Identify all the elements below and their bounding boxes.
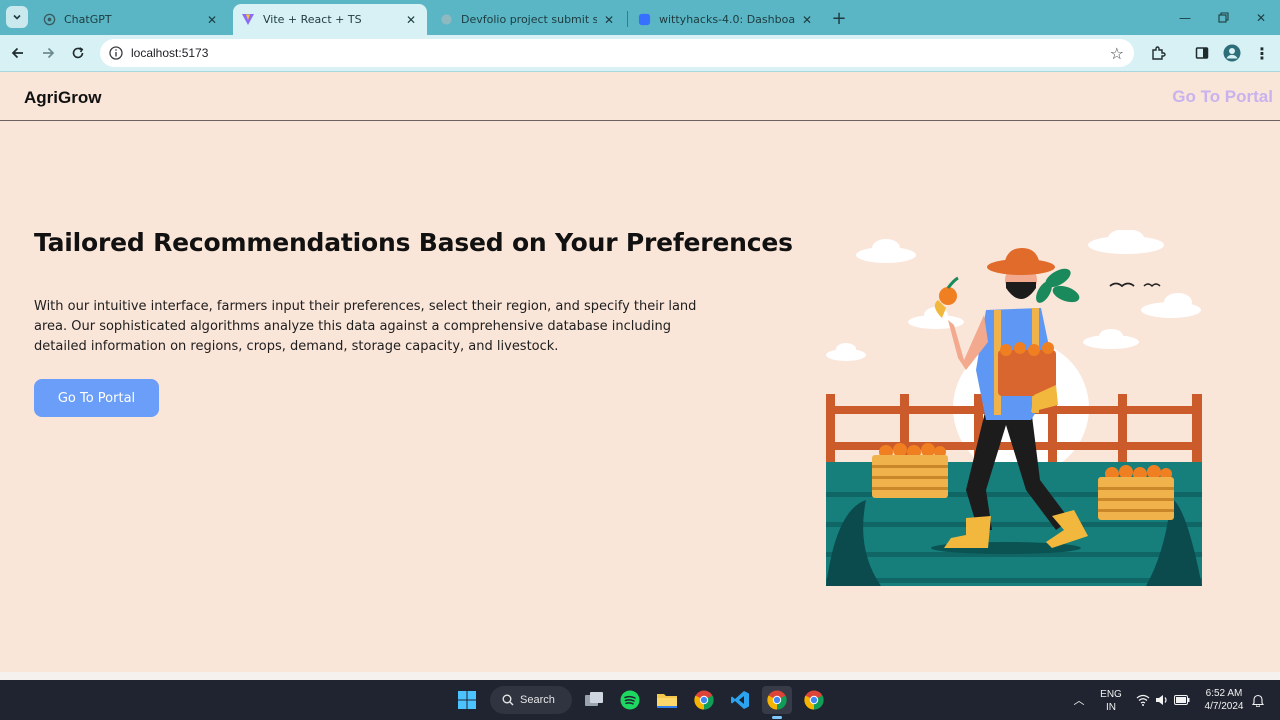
file-explorer-button[interactable] (652, 686, 682, 714)
tab-devfolio-steps[interactable]: Devfolio project submit steps | T ✕ (431, 4, 625, 35)
close-icon[interactable]: ✕ (799, 12, 815, 28)
search-icon (502, 694, 514, 706)
basket-right (1098, 465, 1174, 520)
arrow-right-icon (43, 47, 55, 59)
notifications-button[interactable] (1250, 692, 1266, 708)
task-view-icon (585, 692, 603, 706)
tab-wittyhacks-dashboard[interactable]: wittyhacks-4.0: Dashboard | Dev ✕ (629, 4, 823, 35)
volume-icon[interactable] (1154, 692, 1170, 708)
bookmark-star-icon[interactable]: ☆ (1110, 44, 1124, 63)
battery-icon[interactable] (1174, 692, 1190, 708)
clock-date: 4/7/2024 (1204, 701, 1244, 712)
puzzle-icon (1152, 46, 1166, 60)
site-navbar: AgriGrow Go To Portal (0, 73, 1280, 121)
vscode-button[interactable] (725, 686, 755, 714)
task-view-button[interactable] (579, 686, 609, 714)
start-button[interactable] (452, 686, 482, 714)
page-bottom-edge (0, 672, 1280, 680)
tab-chatgpt[interactable]: ChatGPT ✕ (34, 4, 228, 35)
profile-button[interactable] (1219, 40, 1245, 66)
chatgpt-icon (42, 13, 56, 27)
close-window-button[interactable]: ✕ (1242, 0, 1280, 35)
tab-title: wittyhacks-4.0: Dashboard | Dev (659, 13, 795, 26)
side-panel-icon (1195, 47, 1209, 59)
tab-title: ChatGPT (64, 13, 112, 26)
bird-icon (1109, 282, 1135, 288)
chevron-down-icon (13, 14, 21, 20)
back-button[interactable] (5, 40, 31, 66)
clock[interactable]: 6:52 AM 4/7/2024 (1196, 687, 1252, 713)
tab-title: Vite + React + TS (263, 13, 362, 26)
language-indicator[interactable]: ENG IN (1098, 688, 1124, 714)
side-panel-button[interactable] (1189, 40, 1215, 66)
chrome-button-2[interactable] (799, 686, 829, 714)
browser-toolbar: localhost:5173 ☆ ⋮ (0, 35, 1280, 72)
more-vertical-icon: ⋮ (1254, 43, 1270, 63)
chevron-up-icon: ︿ (1073, 694, 1085, 707)
site-info-icon[interactable] (108, 45, 124, 61)
hero-title: Tailored Recommendations Based on Your P… (34, 228, 793, 257)
chrome-button-active[interactable] (762, 686, 792, 714)
tab-search-button[interactable] (6, 6, 28, 28)
tab-vite-react[interactable]: Vite + React + TS ✕ (233, 4, 427, 35)
minimize-button[interactable]: — (1166, 0, 1204, 35)
spotify-icon (620, 690, 640, 710)
close-icon[interactable]: ✕ (204, 12, 220, 28)
language-code: ENG (1100, 689, 1122, 700)
file-explorer-icon (657, 694, 677, 708)
show-hidden-icons-button[interactable]: ︿ (1071, 692, 1087, 708)
avatar-icon (1223, 44, 1241, 62)
close-icon[interactable]: ✕ (601, 12, 617, 28)
taskbar-search[interactable]: Search (490, 686, 572, 714)
windows-start-icon (458, 691, 476, 709)
new-tab-button[interactable]: + (829, 7, 849, 29)
tab-title: Devfolio project submit steps | T (461, 13, 597, 26)
minimize-icon: — (1179, 10, 1191, 25)
nav-go-to-portal-link[interactable]: Go To Portal (1172, 87, 1273, 107)
tab-separator (627, 11, 628, 27)
address-bar[interactable]: localhost:5173 ☆ (100, 39, 1134, 67)
windows-taskbar: Search ︿ ENG IN 6:52 AM 4/7/2024 (0, 680, 1280, 720)
chrome-icon (804, 690, 824, 710)
close-icon: ✕ (1255, 10, 1267, 25)
basket-left (872, 443, 948, 498)
active-app-indicator (772, 716, 782, 719)
search-label: Search (520, 694, 555, 706)
devfolio-icon (637, 13, 651, 27)
close-icon[interactable]: ✕ (403, 12, 419, 28)
farmer-illustration (826, 230, 1202, 586)
forward-button[interactable] (35, 40, 61, 66)
vscode-icon (731, 691, 749, 709)
chrome-menu-button[interactable]: ⋮ (1249, 40, 1275, 66)
globe-icon (439, 13, 453, 27)
chrome-icon (694, 690, 714, 710)
plus-icon: + (831, 7, 847, 29)
restore-button[interactable] (1204, 0, 1242, 35)
url-text[interactable]: localhost:5173 (131, 46, 208, 60)
vite-icon (241, 13, 255, 27)
bell-icon (1252, 694, 1264, 707)
brand-logo[interactable]: AgriGrow (24, 88, 101, 108)
browser-tab-strip: ChatGPT ✕ Vite + React + TS ✕ Devfolio p… (0, 0, 1280, 35)
wifi-icon[interactable] (1135, 692, 1151, 708)
bird-icon (1143, 283, 1161, 288)
hero-description: With our intuitive interface, farmers in… (34, 299, 697, 354)
clock-time: 6:52 AM (1205, 688, 1243, 699)
restore-icon (1217, 12, 1229, 23)
reload-button[interactable] (65, 40, 91, 66)
spotify-button[interactable] (615, 686, 645, 714)
chrome-button[interactable] (689, 686, 719, 714)
go-to-portal-button[interactable]: Go To Portal (34, 379, 159, 417)
extensions-button[interactable] (1145, 40, 1171, 66)
arrow-left-icon (11, 47, 23, 59)
reload-icon (72, 47, 84, 59)
chrome-icon (767, 690, 787, 710)
region-code: IN (1106, 702, 1116, 713)
